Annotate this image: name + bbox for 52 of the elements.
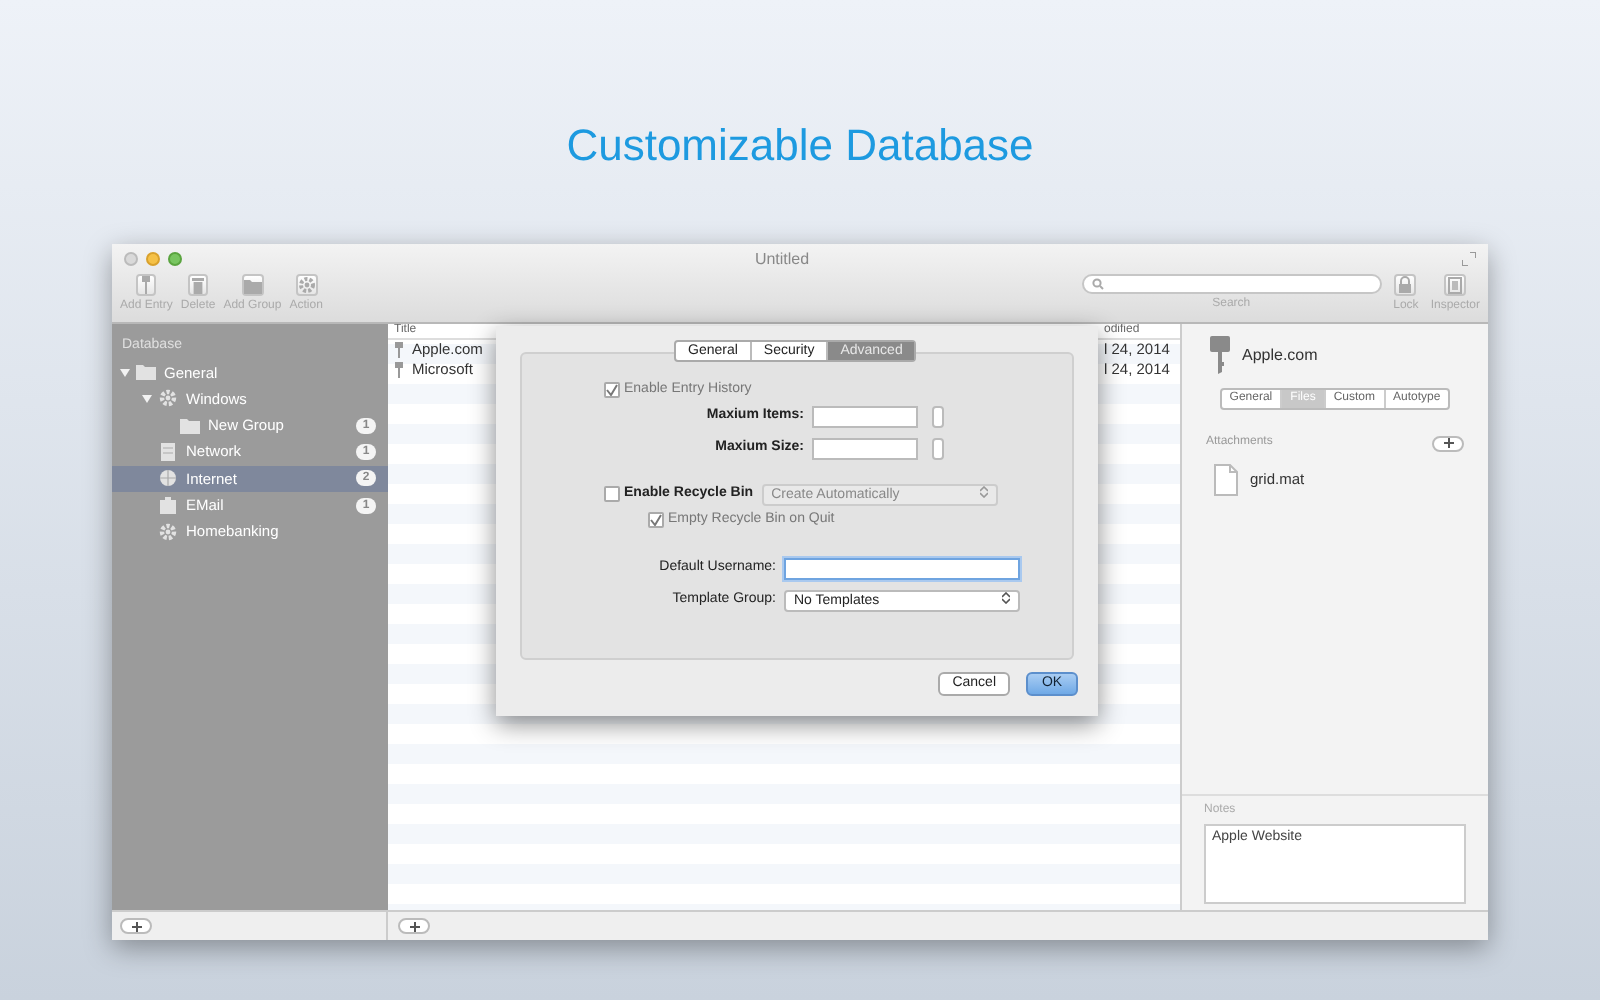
lock-icon: [1396, 276, 1415, 294]
toolbar-button[interactable]: [136, 274, 157, 296]
entry-title: Apple.com: [1242, 344, 1318, 368]
disclosure-icon: [120, 367, 130, 378]
folder-icon: [136, 362, 156, 383]
disclosure-icon: [142, 393, 152, 404]
checkmark-icon: [650, 513, 662, 526]
toolbar-button[interactable]: [1394, 274, 1417, 296]
key-icon: [394, 342, 404, 358]
gear-icon: [297, 276, 316, 294]
minimize-button[interactable]: [146, 252, 160, 266]
mailbox-icon: [158, 495, 178, 516]
zoom-button[interactable]: [168, 252, 182, 266]
document-icon: [1214, 464, 1238, 496]
folder-icon: [243, 276, 262, 294]
key-icon: [1210, 336, 1230, 376]
toolbar-button[interactable]: [188, 274, 209, 296]
gear-icon: [158, 521, 178, 542]
gear-icon: [158, 388, 178, 409]
checkbox[interactable]: [648, 511, 664, 528]
updown-icon: [1002, 592, 1010, 604]
add-group-button[interactable]: [120, 918, 152, 934]
toolbar-button[interactable]: [241, 274, 264, 296]
toolbar-button[interactable]: [1444, 274, 1467, 296]
default-username-field[interactable]: [784, 558, 1020, 580]
folder-icon: [180, 415, 200, 436]
search-field[interactable]: [1081, 274, 1382, 294]
globe-icon: [158, 468, 178, 489]
stepper[interactable]: [932, 405, 944, 427]
stepper[interactable]: [932, 437, 944, 459]
plus-icon: [131, 921, 141, 931]
updown-icon: [979, 485, 988, 497]
headline: Customizable Database: [566, 118, 1034, 174]
max-items-field[interactable]: [812, 405, 918, 427]
search-icon: [1091, 278, 1104, 290]
fullscreen-icon[interactable]: [1462, 252, 1476, 266]
add-entry-button[interactable]: [398, 918, 430, 934]
checkmark-icon: [606, 384, 618, 397]
max-size-field[interactable]: [812, 437, 918, 459]
checkbox[interactable]: [604, 486, 620, 502]
panel-icon: [1446, 276, 1465, 294]
toolbar-button[interactable]: [295, 274, 318, 296]
key-icon: [394, 362, 404, 378]
plus-icon: [409, 921, 419, 931]
window-title: Untitled: [754, 247, 810, 271]
server-icon: [158, 442, 178, 463]
trash-icon: [190, 276, 207, 294]
add-attachment-button[interactable]: [1432, 435, 1464, 451]
close-button[interactable]: [124, 252, 138, 266]
checkbox[interactable]: [604, 382, 620, 399]
plus-icon: [1443, 438, 1453, 448]
key-icon: [138, 276, 155, 294]
